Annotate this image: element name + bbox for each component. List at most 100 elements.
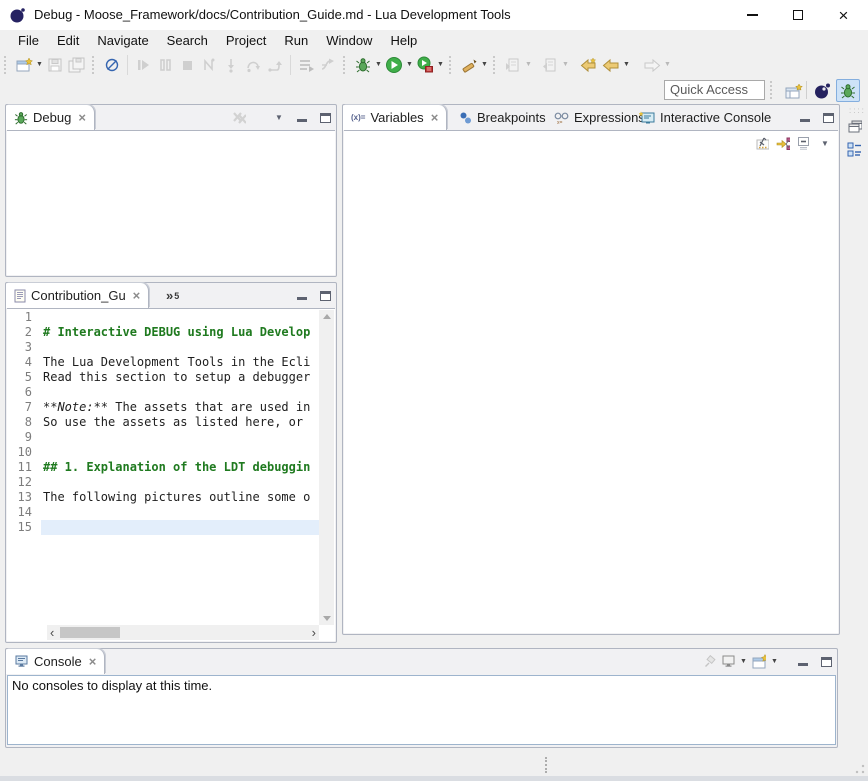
perspective-debug-button[interactable] xyxy=(836,79,860,102)
menu-edit[interactable]: Edit xyxy=(48,31,88,51)
editor-line[interactable]: 15 xyxy=(7,520,319,535)
collapse-all-icon[interactable] xyxy=(797,136,811,150)
back-button[interactable] xyxy=(600,54,622,76)
run-button[interactable] xyxy=(383,54,405,76)
run-coverage-dropdown[interactable]: ▼ xyxy=(436,54,445,76)
hidden-editors-chevron[interactable]: »5 xyxy=(158,283,187,308)
editor-line[interactable]: 1 xyxy=(7,310,319,325)
previous-annotation-button[interactable] xyxy=(539,54,561,76)
last-edit-location-button[interactable] xyxy=(578,54,600,76)
quick-access-input[interactable]: Quick Access xyxy=(664,80,765,100)
window-resize-grip[interactable] xyxy=(855,764,865,774)
save-button[interactable] xyxy=(44,54,66,76)
editor-line[interactable]: 14 xyxy=(7,505,319,520)
run-dropdown[interactable]: ▼ xyxy=(405,54,414,76)
menu-search[interactable]: Search xyxy=(158,31,217,51)
step-over-button[interactable] xyxy=(242,54,264,76)
editor-horizontal-scrollbar[interactable]: ‹ › xyxy=(47,625,319,640)
run-last-coverage-button[interactable] xyxy=(414,54,436,76)
new-wizard-button[interactable] xyxy=(13,54,35,76)
back-dropdown[interactable]: ▼ xyxy=(622,54,631,76)
editor-line[interactable]: 9 xyxy=(7,430,319,445)
editor-text-area[interactable]: 12# Interactive DEBUG using Lua Develop3… xyxy=(7,310,319,625)
tab-interactive-console[interactable]: Interactive Console xyxy=(631,105,779,130)
menu-project[interactable]: Project xyxy=(217,31,275,51)
use-step-filters-button[interactable] xyxy=(317,54,339,76)
menu-navigate[interactable]: Navigate xyxy=(88,31,157,51)
view-menu-icon[interactable]: ▼ xyxy=(272,111,286,125)
remove-all-terminated-button[interactable] xyxy=(232,111,246,125)
maximize-view-button[interactable] xyxy=(318,111,332,125)
pin-console-icon[interactable] xyxy=(703,655,717,669)
disconnect-button[interactable] xyxy=(198,54,220,76)
debug-dropdown[interactable]: ▼ xyxy=(374,54,383,76)
editor-line[interactable]: 7**Note:** The assets that are used in xyxy=(7,400,319,415)
minimize-view-button[interactable] xyxy=(295,289,309,303)
menu-file[interactable]: File xyxy=(9,31,48,51)
maximize-view-button[interactable] xyxy=(318,289,332,303)
scrollbar-thumb[interactable] xyxy=(60,627,120,638)
forward-button[interactable] xyxy=(641,54,663,76)
tab-breakpoints[interactable]: Breakpoints xyxy=(451,105,554,130)
minimize-view-button[interactable] xyxy=(798,111,812,125)
tab-editor-contribution-guide[interactable]: Contribution_Gu × xyxy=(6,283,149,308)
console-content[interactable]: No consoles to display at this time. xyxy=(7,675,836,745)
editor-content[interactable]: 12# Interactive DEBUG using Lua Develop3… xyxy=(7,308,335,641)
new-wizard-dropdown[interactable]: ▼ xyxy=(35,54,44,76)
open-console-dropdown[interactable]: ▼ xyxy=(770,651,779,673)
tab-console[interactable]: Console × xyxy=(6,649,105,674)
terminate-button[interactable] xyxy=(176,54,198,76)
display-selected-console-icon[interactable] xyxy=(721,655,735,669)
skip-all-breakpoints-button[interactable] xyxy=(101,54,123,76)
next-annotation-dropdown[interactable]: ▼ xyxy=(524,54,533,76)
resume-button[interactable] xyxy=(132,54,154,76)
menu-run[interactable]: Run xyxy=(275,31,317,51)
display-console-dropdown[interactable]: ▼ xyxy=(739,651,748,673)
editor-vertical-scrollbar[interactable] xyxy=(319,310,334,625)
tab-variables[interactable]: (x)= Variables × xyxy=(343,105,447,130)
view-menu-icon[interactable]: ▼ xyxy=(818,136,832,150)
minimize-view-button[interactable] xyxy=(295,111,309,125)
editor-line[interactable]: 4The Lua Development Tools in the Ecli xyxy=(7,355,319,370)
step-return-button[interactable] xyxy=(264,54,286,76)
tab-close-icon[interactable]: × xyxy=(431,110,439,125)
outline-view-icon[interactable] xyxy=(847,143,861,157)
perspective-lua-button[interactable] xyxy=(811,80,833,102)
editor-line[interactable]: 13The following pictures outline some o xyxy=(7,490,319,505)
editor-line[interactable]: 11## 1. Explanation of the LDT debuggin xyxy=(7,460,319,475)
open-console-icon[interactable] xyxy=(752,655,766,669)
external-tools-dropdown[interactable]: ▼ xyxy=(480,54,489,76)
editor-line[interactable]: 2# Interactive DEBUG using Lua Develop xyxy=(7,325,319,340)
tab-close-icon[interactable]: × xyxy=(89,654,97,669)
editor-line[interactable]: 10 xyxy=(7,445,319,460)
debug-button[interactable] xyxy=(352,54,374,76)
restore-view-button[interactable] xyxy=(848,119,862,133)
drop-to-frame-button[interactable] xyxy=(295,54,317,76)
editor-line[interactable]: 12 xyxy=(7,475,319,490)
editor-line[interactable]: 6 xyxy=(7,385,319,400)
tab-close-icon[interactable]: × xyxy=(133,288,141,303)
next-annotation-button[interactable] xyxy=(502,54,524,76)
tab-close-icon[interactable]: × xyxy=(78,110,86,125)
previous-annotation-dropdown[interactable]: ▼ xyxy=(561,54,570,76)
minimize-view-button[interactable] xyxy=(796,655,810,669)
tab-debug[interactable]: Debug × xyxy=(6,105,95,130)
open-perspective-button[interactable] xyxy=(783,80,805,102)
maximize-view-button[interactable] xyxy=(821,111,835,125)
suspend-button[interactable] xyxy=(154,54,176,76)
show-logical-structure-icon[interactable] xyxy=(776,136,790,150)
forward-dropdown[interactable]: ▼ xyxy=(663,54,672,76)
external-tools-button[interactable] xyxy=(458,54,480,76)
menu-help[interactable]: Help xyxy=(381,31,426,51)
editor-line[interactable]: 8So use the assets as listed here, or xyxy=(7,415,319,430)
maximize-view-button[interactable] xyxy=(819,655,833,669)
menu-window[interactable]: Window xyxy=(317,31,381,51)
show-type-names-icon[interactable] xyxy=(755,136,769,150)
window-minimize-button[interactable] xyxy=(730,0,775,30)
editor-line[interactable]: 3 xyxy=(7,340,319,355)
window-maximize-button[interactable] xyxy=(775,0,820,30)
window-close-button[interactable]: × xyxy=(821,0,866,30)
save-all-button[interactable] xyxy=(66,54,88,76)
editor-line[interactable]: 5Read this section to setup a debugger xyxy=(7,370,319,385)
step-into-button[interactable] xyxy=(220,54,242,76)
